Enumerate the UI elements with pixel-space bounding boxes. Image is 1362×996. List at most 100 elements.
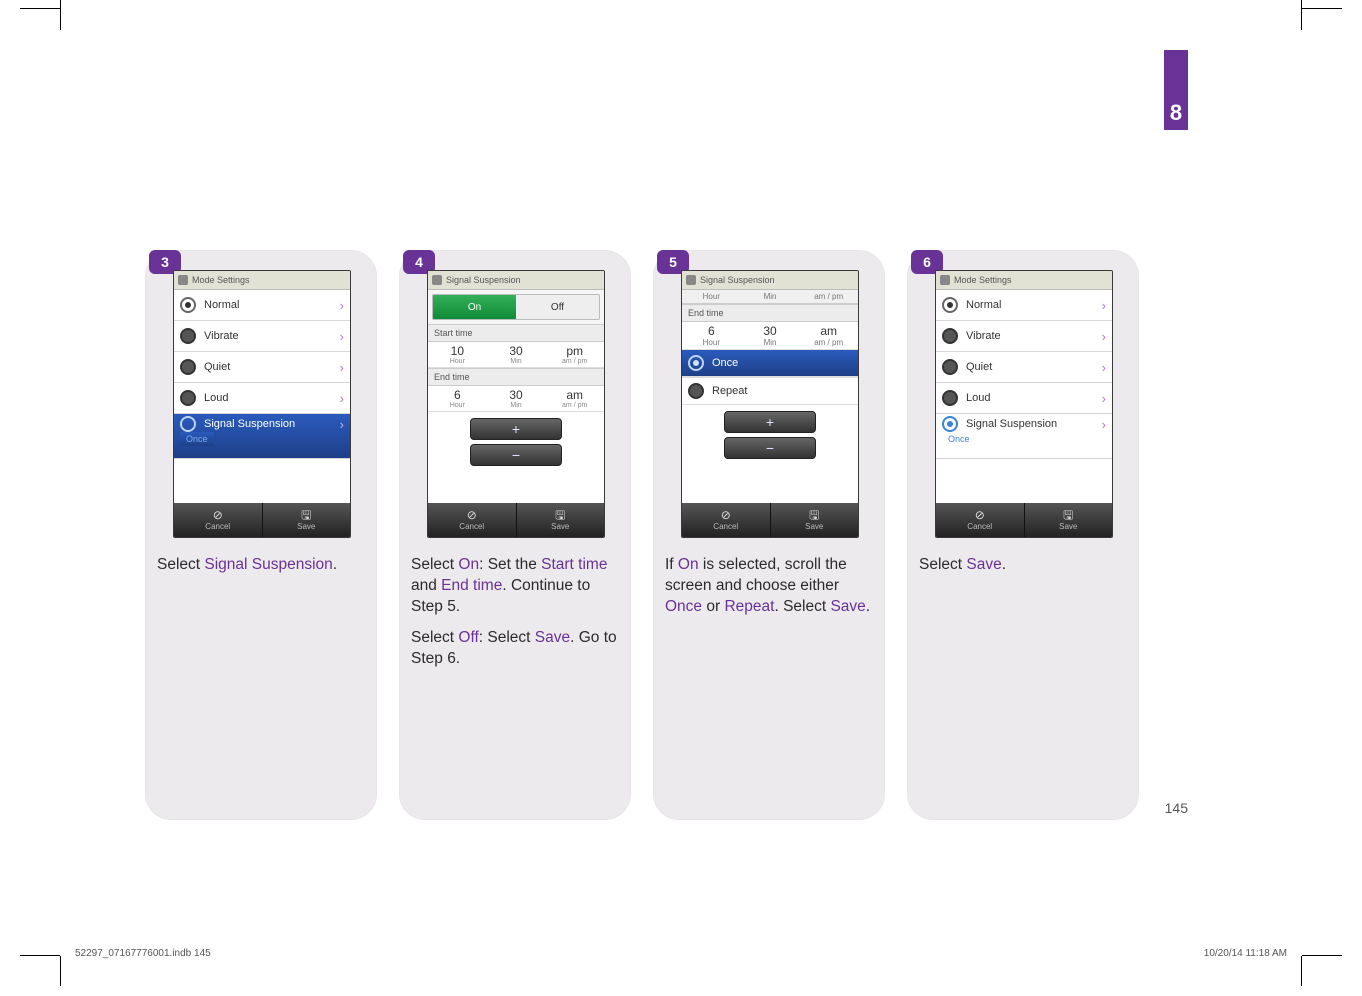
cancel-icon: ⊘ (975, 509, 985, 521)
chevron-right-icon: › (340, 298, 344, 313)
start-min[interactable]: 30Min (487, 342, 546, 367)
crop-mark (60, 0, 61, 30)
screenshot-header: Mode Settings (936, 271, 1112, 290)
mode-row-quiet[interactable]: Quiet › (174, 352, 350, 383)
save-label: Save (805, 522, 823, 531)
radio-icon (942, 390, 958, 406)
step-card-4: 4 Signal Suspension On Off Start time 10… (399, 250, 631, 820)
step-caption: If On is selected, scroll the screen and… (665, 555, 873, 628)
spacer (428, 472, 604, 503)
cancel-icon: ⊘ (213, 509, 223, 521)
save-label: Save (297, 522, 315, 531)
stepper-minus[interactable]: − (724, 437, 816, 459)
caption-text: If (665, 556, 678, 573)
on-off-toggle[interactable]: On Off (432, 294, 600, 320)
cancel-button[interactable]: ⊘ Cancel (682, 503, 770, 537)
mode-row-vibrate[interactable]: Vibrate › (936, 321, 1112, 352)
caption-text: . (866, 598, 870, 615)
start-time-row: 10Hour 30Min pmam / pm (428, 342, 604, 368)
mode-row-loud[interactable]: Loud › (174, 383, 350, 414)
mode-label: Vibrate (966, 330, 1001, 342)
screenshot-once-repeat: Signal Suspension Hour Min am / pm End t… (681, 270, 859, 538)
chevron-right-icon: › (340, 391, 344, 406)
chapter-tab: 8 (1164, 50, 1188, 130)
end-time-label: End time (428, 368, 604, 386)
end-time-row: 6Hour 30Min amam / pm (428, 386, 604, 412)
mode-row-loud[interactable]: Loud › (936, 383, 1112, 414)
screenshot-header: Signal Suspension (682, 271, 858, 290)
save-icon: 🖫 (1063, 509, 1073, 521)
screenshot-mode-settings: Mode Settings Normal › Vibrate › Quiet › (935, 270, 1113, 538)
chevron-right-icon: › (1102, 329, 1106, 344)
start-hour[interactable]: 10Hour (428, 342, 487, 367)
header-title: Mode Settings (192, 275, 250, 285)
suspension-icon (432, 275, 442, 285)
mode-sub: Once (942, 432, 976, 446)
save-button[interactable]: 🖫 Save (770, 503, 859, 537)
caption-text: Select (157, 556, 204, 573)
mode-row-vibrate[interactable]: Vibrate › (174, 321, 350, 352)
mode-row-normal[interactable]: Normal › (936, 290, 1112, 321)
screenshot-header: Mode Settings (174, 271, 350, 290)
chapter-number: 8 (1170, 100, 1182, 126)
stepper-plus[interactable]: + (724, 411, 816, 433)
caption-text: Select (411, 629, 458, 646)
end-ampm[interactable]: amam / pm (545, 386, 604, 411)
step-caption: Select Signal Suspension. (157, 555, 365, 586)
caption-accent: End time (441, 577, 502, 594)
cancel-button[interactable]: ⊘ Cancel (936, 503, 1024, 537)
option-repeat[interactable]: Repeat (682, 377, 858, 405)
end-time-label: End time (682, 304, 858, 322)
caption-text: Select (411, 556, 458, 573)
stepper-plus[interactable]: + (470, 418, 562, 440)
option-once[interactable]: Once (682, 349, 858, 377)
end-hour[interactable]: 6Hour (428, 386, 487, 411)
end-min[interactable]: 30Min (487, 386, 546, 411)
screenshot-footer: ⊘ Cancel 🖫 Save (428, 503, 604, 537)
mode-row-signal-suspension[interactable]: Signal Suspension › Once (174, 414, 350, 459)
stepper-minus[interactable]: − (470, 444, 562, 466)
step-card-5: 5 Signal Suspension Hour Min am / pm End… (653, 250, 885, 820)
radio-icon (688, 355, 704, 371)
toggle-on[interactable]: On (433, 295, 516, 319)
step-caption: Select Save. (919, 555, 1127, 586)
mode-row-quiet[interactable]: Quiet › (936, 352, 1112, 383)
crop-mark (20, 955, 60, 956)
chevron-right-icon: › (1102, 417, 1106, 432)
print-footer: 52297_07167776001.indb 145 10/20/14 11:1… (75, 948, 1287, 959)
save-button[interactable]: 🖫 Save (262, 503, 351, 537)
save-button[interactable]: 🖫 Save (516, 503, 605, 537)
save-label: Save (551, 522, 569, 531)
crop-mark (20, 8, 60, 9)
caption-text: . (1002, 556, 1006, 573)
caption-accent: Off (458, 629, 478, 646)
mode-icon (940, 275, 950, 285)
mode-label: Quiet (966, 361, 992, 373)
end-min[interactable]: 30Min (741, 322, 800, 349)
mode-list: Normal › Vibrate › Quiet › Loud › (936, 290, 1112, 459)
caption-accent: Save (966, 556, 1001, 573)
mode-icon (178, 275, 188, 285)
toggle-off[interactable]: Off (516, 295, 599, 319)
start-time-label: Start time (428, 324, 604, 342)
stepper-controls: + − (428, 412, 604, 472)
mode-row-normal[interactable]: Normal › (174, 290, 350, 321)
save-button[interactable]: 🖫 Save (1024, 503, 1113, 537)
cancel-button[interactable]: ⊘ Cancel (174, 503, 262, 537)
footer-datetime: 10/20/14 11:18 AM (1204, 948, 1287, 959)
save-label: Save (1059, 522, 1077, 531)
screenshot-footer: ⊘ Cancel 🖫 Save (682, 503, 858, 537)
cancel-button[interactable]: ⊘ Cancel (428, 503, 516, 537)
save-icon: 🖫 (301, 509, 311, 521)
end-ampm[interactable]: amam / pm (799, 322, 858, 349)
cancel-label: Cancel (205, 522, 230, 531)
end-hour[interactable]: 6Hour (682, 322, 741, 349)
mode-row-signal-suspension[interactable]: Signal Suspension › Once (936, 414, 1112, 459)
step-card-6: 6 Mode Settings Normal › Vibrate › (907, 250, 1139, 820)
mode-label: Quiet (204, 361, 230, 373)
chevron-right-icon: › (340, 417, 344, 432)
radio-icon (942, 359, 958, 375)
screenshot-footer: ⊘ Cancel 🖫 Save (936, 503, 1112, 537)
start-ampm[interactable]: pmam / pm (545, 342, 604, 367)
save-icon: 🖫 (555, 509, 565, 521)
